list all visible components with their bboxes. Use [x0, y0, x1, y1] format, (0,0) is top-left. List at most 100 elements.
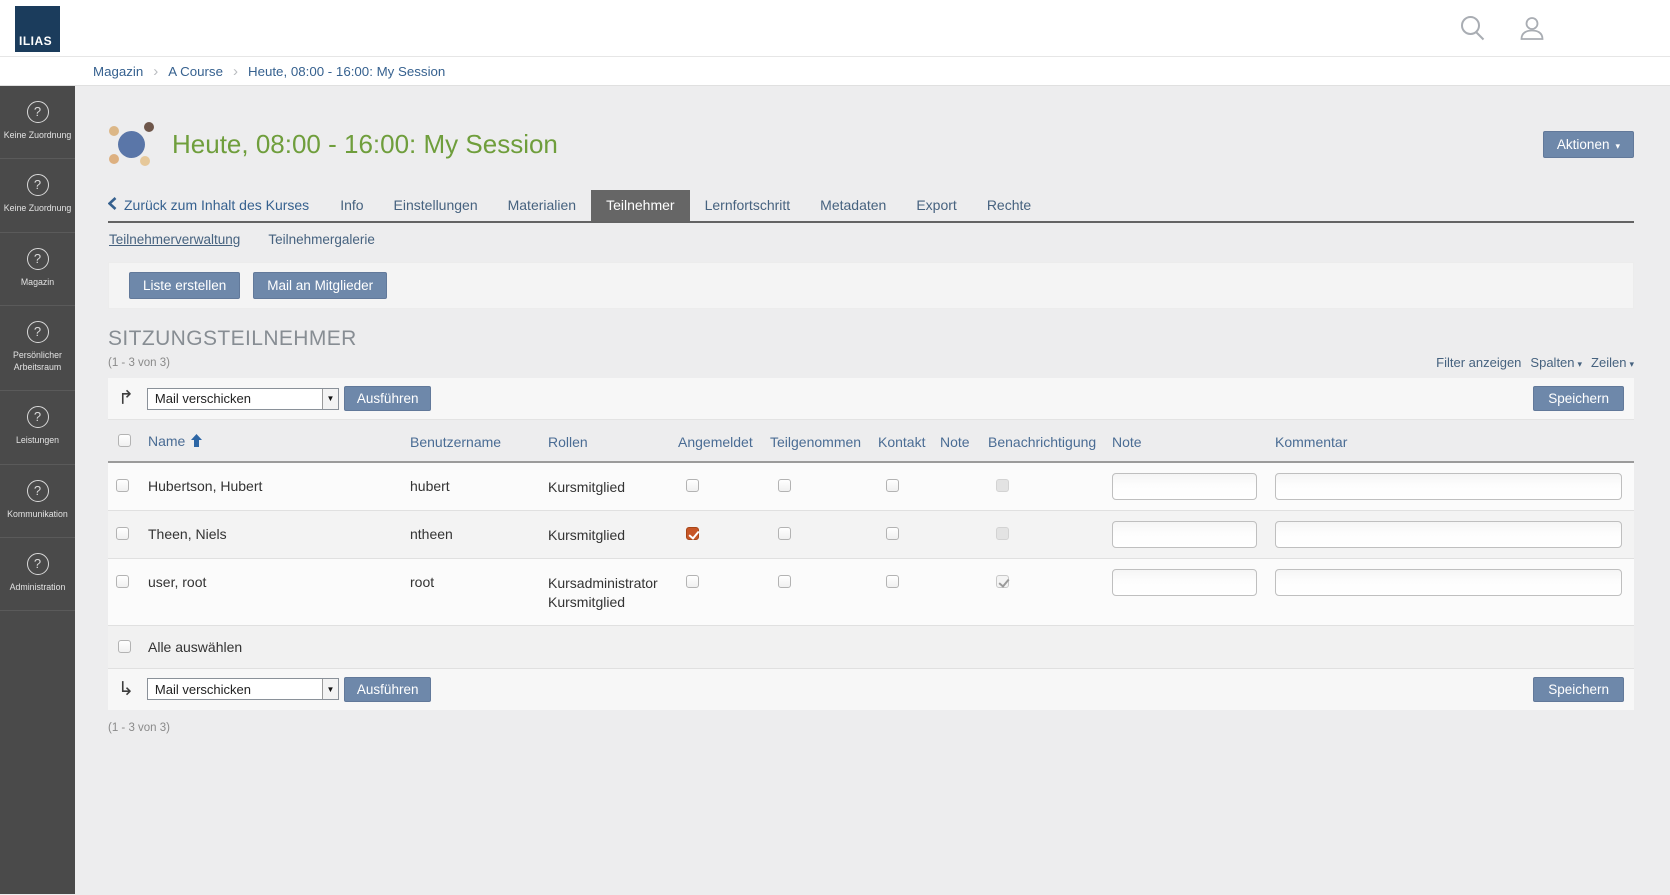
row-2-kommentar-input[interactable] — [1275, 521, 1622, 548]
tab-info[interactable]: Info — [325, 190, 378, 221]
top-bar: ILIAS — [0, 0, 1670, 57]
user-icon[interactable] — [1519, 15, 1545, 41]
row-3-kontakt-checkbox[interactable] — [886, 575, 899, 588]
question-icon: ? — [27, 321, 49, 343]
column-header-angemeldet[interactable]: Angemeldet — [678, 420, 770, 462]
speichern-button-top[interactable]: Speichern — [1533, 386, 1624, 411]
row-1-username: hubert — [410, 462, 548, 510]
select-all-header-checkbox[interactable] — [118, 434, 131, 447]
ausfuehren-button-bottom[interactable]: Ausführen — [344, 677, 432, 702]
row-2-username: ntheen — [410, 510, 548, 558]
question-icon: ? — [27, 553, 49, 575]
sidebar-item-leistungen[interactable]: ? Leistungen — [0, 391, 75, 464]
row-1-kontakt-checkbox[interactable] — [886, 479, 899, 492]
ilias-logo[interactable]: ILIAS — [15, 6, 60, 52]
main-content: Heute, 08:00 - 16:00: My Session Aktione… — [75, 86, 1670, 894]
row-1-benachrichtigung-checkbox — [996, 479, 1009, 492]
breadcrumb-session[interactable]: Heute, 08:00 - 16:00: My Session — [248, 64, 445, 79]
tab-materialien[interactable]: Materialien — [493, 190, 591, 221]
mail-an-mitglieder-button[interactable]: Mail an Mitglieder — [253, 272, 387, 299]
row-2-note-display — [940, 510, 988, 558]
column-header-benutzername[interactable]: Benutzername — [410, 420, 548, 462]
row-2-roles: Kursmitglied — [548, 510, 678, 558]
ausfuehren-button-top[interactable]: Ausführen — [344, 386, 432, 411]
tab-metadaten[interactable]: Metadaten — [805, 190, 901, 221]
sidebar-item-kommunikation[interactable]: ? Kommunikation — [0, 465, 75, 538]
row-2-kontakt-checkbox[interactable] — [886, 527, 899, 540]
row-2-note-input[interactable] — [1112, 521, 1257, 548]
search-icon[interactable] — [1460, 15, 1485, 41]
subtab-teilnehmergalerie[interactable]: Teilnehmergalerie — [268, 232, 375, 247]
row-3-angemeldet-checkbox[interactable] — [686, 575, 699, 588]
tab-teilnehmer[interactable]: Teilnehmer — [591, 190, 689, 221]
section-title: SITZUNGSTEILNEHMER — [108, 327, 1634, 351]
apply-to-selection-bottom-icon: ↳ — [118, 680, 134, 699]
subtab-teilnehmerverwaltung[interactable]: Teilnehmerverwaltung — [109, 232, 240, 247]
breadcrumb-separator-icon: › — [233, 63, 238, 80]
filter-anzeigen-link[interactable]: Filter anzeigen — [1436, 355, 1521, 370]
question-icon: ? — [27, 101, 49, 123]
row-2-teilgenommen-checkbox[interactable] — [778, 527, 791, 540]
sidebar-item-administration[interactable]: ? Administration — [0, 538, 75, 611]
tab-bar: Zurück zum Inhalt des Kurses Info Einste… — [108, 190, 1634, 223]
row-3-benachrichtigung-checkbox — [996, 575, 1009, 588]
row-3-note-input[interactable] — [1112, 569, 1257, 596]
row-1-select-checkbox[interactable] — [116, 479, 129, 492]
row-1-kommentar-input[interactable] — [1275, 473, 1622, 500]
speichern-button-bottom[interactable]: Speichern — [1533, 677, 1624, 702]
question-icon: ? — [27, 406, 49, 428]
sidebar-item-keine-zuordnung-1[interactable]: ? Keine Zuordnung — [0, 86, 75, 159]
column-header-teilgenommen[interactable]: Teilgenommen — [770, 420, 878, 462]
back-chevron-icon — [108, 197, 117, 213]
row-1-angemeldet-checkbox[interactable] — [686, 479, 699, 492]
select-arrow-icon: ▼ — [322, 389, 338, 409]
table-meta-row: (1 - 3 von 3) Filter anzeigen Spalten▾ Z… — [108, 355, 1634, 370]
bulk-action-row-top: ↱ Mail verschicken ▼ Ausführen Speichern — [108, 378, 1634, 420]
sidebar-item-keine-zuordnung-2[interactable]: ? Keine Zuordnung — [0, 159, 75, 232]
breadcrumb-magazin[interactable]: Magazin — [93, 64, 143, 79]
main-sidebar: ? Keine Zuordnung ? Keine Zuordnung ? Ma… — [0, 86, 75, 894]
sidebar-item-magazin[interactable]: ? Magazin — [0, 233, 75, 306]
alle-auswaehlen-checkbox[interactable] — [118, 640, 131, 653]
row-3-teilgenommen-checkbox[interactable] — [778, 575, 791, 588]
column-header-note[interactable]: Note — [940, 420, 988, 462]
column-header-name[interactable]: Name — [148, 420, 410, 462]
sidebar-item-label: Leistungen — [2, 435, 73, 446]
row-1-note-input[interactable] — [1112, 473, 1257, 500]
row-3-roles: Kursadministrator Kursmitglied — [548, 558, 678, 625]
back-to-course-link[interactable]: Zurück zum Inhalt des Kurses — [108, 190, 325, 221]
caret-down-icon: ▾ — [1578, 359, 1583, 369]
spalten-dropdown[interactable]: Spalten▾ — [1530, 355, 1582, 370]
column-header-rollen[interactable]: Rollen — [548, 420, 678, 462]
page-title: Heute, 08:00 - 16:00: My Session — [172, 129, 558, 160]
row-2-select-checkbox[interactable] — [116, 527, 129, 540]
liste-erstellen-button[interactable]: Liste erstellen — [129, 272, 240, 299]
column-header-benachrichtigung[interactable]: Benachrichtigung — [988, 420, 1112, 462]
sidebar-item-label: Persönlicher Arbeitsraum — [2, 350, 73, 373]
bulk-action-row-bottom: ↳ Mail verschicken ▼ Ausführen Speichern — [108, 669, 1634, 710]
breadcrumb-course[interactable]: A Course — [168, 64, 223, 79]
bulk-action-select-top[interactable]: Mail verschicken ▼ — [147, 388, 339, 410]
participants-table: Name Benutzername Rollen Angemeldet Teil… — [108, 420, 1634, 626]
row-3-kommentar-input[interactable] — [1275, 569, 1622, 596]
row-1-note-display — [940, 462, 988, 510]
row-2-angemeldet-checkbox[interactable] — [686, 527, 699, 540]
participants-table-container: ↱ Mail verschicken ▼ Ausführen Speichern — [108, 378, 1634, 710]
row-1-teilgenommen-checkbox[interactable] — [778, 479, 791, 492]
tab-einstellungen[interactable]: Einstellungen — [379, 190, 493, 221]
column-header-kontakt[interactable]: Kontakt — [878, 420, 940, 462]
breadcrumb: Magazin › A Course › Heute, 08:00 - 16:0… — [0, 57, 1670, 86]
select-arrow-icon: ▼ — [322, 679, 338, 699]
row-3-select-checkbox[interactable] — [116, 575, 129, 588]
zeilen-dropdown[interactable]: Zeilen▾ — [1591, 355, 1634, 370]
tab-lernfortschritt[interactable]: Lernfortschritt — [690, 190, 806, 221]
tab-rechte[interactable]: Rechte — [972, 190, 1046, 221]
sidebar-item-persoenlicher-arbeitsraum[interactable]: ? Persönlicher Arbeitsraum — [0, 306, 75, 391]
column-header-note-2[interactable]: Note — [1112, 420, 1275, 462]
question-icon: ? — [27, 480, 49, 502]
apply-to-selection-top-icon: ↱ — [118, 389, 134, 408]
aktionen-button[interactable]: Aktionen▾ — [1543, 131, 1634, 158]
bulk-action-select-bottom[interactable]: Mail verschicken ▼ — [147, 678, 339, 700]
tab-export[interactable]: Export — [901, 190, 971, 221]
column-header-kommentar[interactable]: Kommentar — [1275, 420, 1634, 462]
